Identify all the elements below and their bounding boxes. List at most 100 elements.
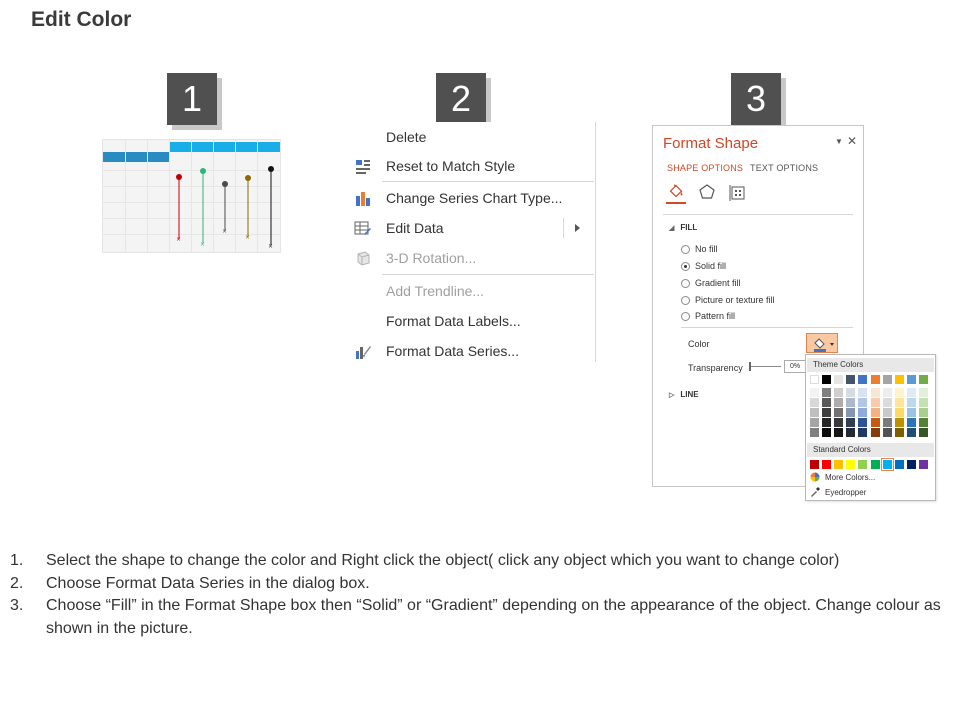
radio-solid-fill[interactable]: Solid fill	[681, 261, 726, 271]
theme-shade-swatch[interactable]	[882, 428, 892, 437]
theme-shade-swatch[interactable]	[882, 398, 892, 407]
theme-shade-swatch[interactable]	[810, 408, 819, 417]
fill-color-button[interactable]	[806, 333, 838, 353]
theme-shade-swatch[interactable]	[906, 428, 916, 437]
theme-shade-swatch[interactable]	[834, 418, 844, 427]
theme-shade-swatch[interactable]	[918, 418, 928, 427]
theme-color-swatch[interactable]	[870, 375, 880, 384]
standard-color-swatch[interactable]	[810, 460, 819, 469]
theme-shade-swatch[interactable]	[846, 398, 856, 407]
radio-gradient-fill[interactable]: Gradient fill	[681, 278, 741, 288]
drop-line-series-4[interactable]: ×	[245, 175, 251, 241]
fill-section-header[interactable]: ◢ FILL	[669, 223, 697, 232]
theme-color-swatch[interactable]	[906, 375, 916, 384]
size-properties-icon[interactable]	[728, 182, 748, 204]
theme-shade-swatch[interactable]	[858, 388, 868, 397]
radio-picture-fill[interactable]: Picture or texture fill	[681, 295, 775, 305]
theme-shade-swatch[interactable]	[834, 398, 844, 407]
radio-button[interactable]	[681, 295, 690, 305]
pane-options-chevron-icon[interactable]: ▼	[835, 137, 843, 146]
effects-pentagon-icon[interactable]	[697, 182, 717, 204]
theme-shade-swatch[interactable]	[918, 428, 928, 437]
theme-shade-swatch[interactable]	[882, 418, 892, 427]
theme-shade-swatch[interactable]	[918, 388, 928, 397]
standard-color-swatch[interactable]	[918, 460, 928, 469]
theme-shade-swatch[interactable]	[906, 398, 916, 407]
theme-shade-swatch[interactable]	[846, 418, 856, 427]
theme-shade-swatch[interactable]	[906, 418, 916, 427]
tab-shape-options[interactable]: SHAPE OPTIONS	[667, 163, 743, 173]
fill-line-icon[interactable]	[666, 182, 686, 204]
theme-shade-swatch[interactable]	[846, 428, 856, 437]
drop-line-series-5[interactable]: ×	[268, 166, 274, 250]
menu-item-reset-style[interactable]: Reset to Match Style	[346, 153, 594, 179]
line-section-header[interactable]: ▷ LINE	[669, 390, 699, 399]
theme-color-swatch[interactable]	[834, 375, 844, 384]
drop-line-series-2[interactable]: ×	[200, 168, 206, 248]
theme-shade-swatch[interactable]	[894, 408, 904, 417]
theme-color-swatch[interactable]	[882, 375, 892, 384]
radio-button[interactable]	[681, 311, 690, 321]
drop-line-series-3[interactable]: ×	[222, 181, 228, 235]
theme-shade-swatch[interactable]	[858, 418, 868, 427]
radio-button[interactable]	[681, 244, 690, 254]
theme-shade-swatch[interactable]	[894, 388, 904, 397]
theme-shade-swatch[interactable]	[822, 428, 832, 437]
drop-line-series-1[interactable]: ×	[176, 174, 182, 243]
standard-color-swatch[interactable]	[870, 460, 880, 469]
transparency-input[interactable]: 0%	[784, 360, 806, 373]
standard-color-swatch[interactable]	[858, 460, 868, 469]
theme-shade-swatch[interactable]	[894, 428, 904, 437]
eyedropper-option[interactable]: Eyedropper	[810, 487, 866, 497]
theme-shade-swatch[interactable]	[870, 418, 880, 427]
menu-item-3d-rotation[interactable]: 3-D Rotation...	[346, 245, 594, 271]
theme-shade-swatch[interactable]	[834, 388, 844, 397]
standard-color-swatch[interactable]	[834, 460, 844, 469]
theme-shade-swatch[interactable]	[894, 418, 904, 427]
theme-color-swatch[interactable]	[810, 375, 819, 384]
radio-button[interactable]	[681, 261, 690, 271]
close-icon[interactable]: ✕	[847, 134, 857, 148]
menu-item-edit-data[interactable]: Edit Data	[346, 215, 594, 241]
theme-shade-swatch[interactable]	[918, 408, 928, 417]
menu-item-change-chart-type[interactable]: Change Series Chart Type...	[346, 185, 594, 211]
theme-shade-swatch[interactable]	[846, 408, 856, 417]
theme-shade-swatch[interactable]	[906, 408, 916, 417]
radio-button[interactable]	[681, 278, 690, 288]
theme-shade-swatch[interactable]	[882, 408, 892, 417]
theme-shade-swatch[interactable]	[870, 388, 880, 397]
menu-item-format-data-series[interactable]: Format Data Series...	[346, 338, 594, 364]
radio-pattern-fill[interactable]: Pattern fill	[681, 311, 735, 321]
theme-color-swatch[interactable]	[894, 375, 904, 384]
theme-shade-swatch[interactable]	[810, 418, 819, 427]
theme-shade-swatch[interactable]	[870, 398, 880, 407]
standard-color-swatch[interactable]	[906, 460, 916, 469]
tab-text-options[interactable]: TEXT OPTIONS	[750, 163, 818, 173]
theme-shade-swatch[interactable]	[810, 398, 819, 407]
theme-shade-swatch[interactable]	[882, 388, 892, 397]
theme-shade-swatch[interactable]	[918, 398, 928, 407]
radio-no-fill[interactable]: No fill	[681, 244, 718, 254]
standard-color-swatch[interactable]	[894, 460, 904, 469]
theme-shade-swatch[interactable]	[822, 388, 832, 397]
mini-chart[interactable]: × × × × ×	[102, 139, 281, 253]
drop-lines-svg[interactable]: × × × × ×	[103, 140, 281, 253]
theme-shade-swatch[interactable]	[858, 408, 868, 417]
theme-shade-swatch[interactable]	[858, 398, 868, 407]
theme-shade-swatch[interactable]	[906, 388, 916, 397]
theme-shade-swatch[interactable]	[870, 408, 880, 417]
theme-shade-swatch[interactable]	[822, 398, 832, 407]
menu-item-add-trendline[interactable]: Add Trendline...	[346, 278, 594, 304]
theme-shade-swatch[interactable]	[822, 408, 832, 417]
theme-shade-swatch[interactable]	[846, 388, 856, 397]
theme-shade-swatch[interactable]	[894, 398, 904, 407]
standard-color-swatch[interactable]	[822, 460, 832, 469]
theme-shade-swatch[interactable]	[870, 428, 880, 437]
standard-color-swatch[interactable]	[846, 460, 856, 469]
theme-shade-swatch[interactable]	[822, 418, 832, 427]
theme-shade-swatch[interactable]	[810, 388, 819, 397]
transparency-slider-thumb[interactable]	[749, 362, 751, 371]
theme-shade-swatch[interactable]	[858, 428, 868, 437]
theme-color-swatch[interactable]	[918, 375, 928, 384]
theme-color-swatch[interactable]	[822, 375, 832, 384]
